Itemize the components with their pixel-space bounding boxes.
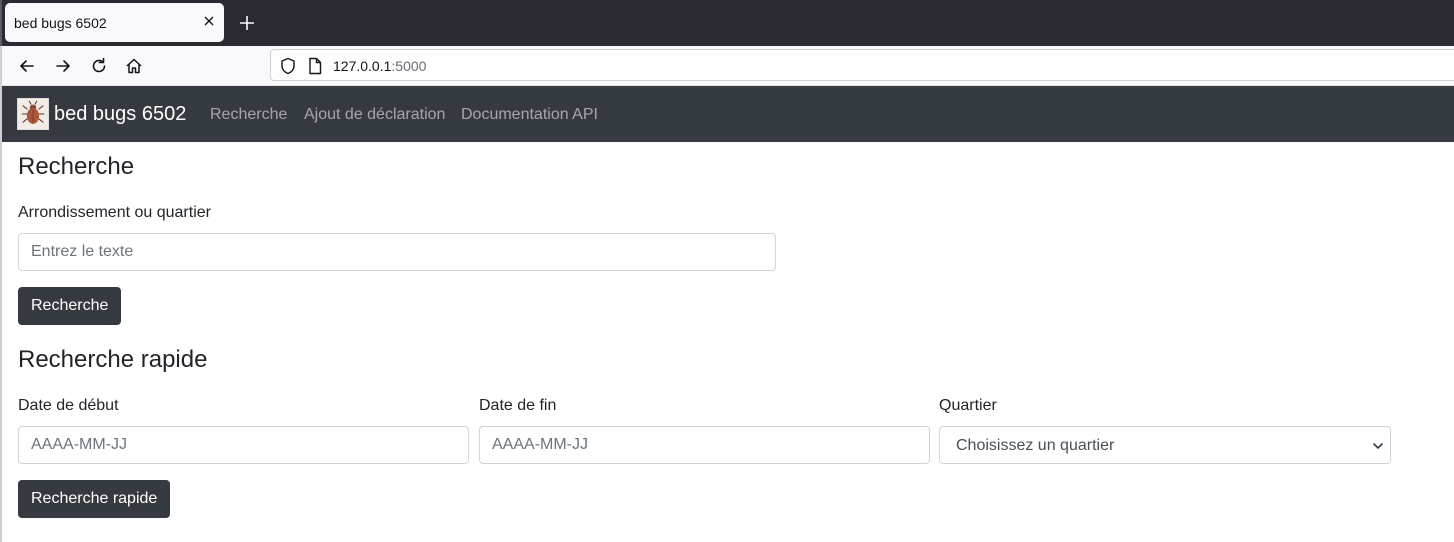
quick-search-title: Recherche rapide: [18, 346, 208, 373]
url-bar[interactable]: 127.0.0.1:5000: [270, 49, 1454, 81]
tab-title: bed bugs 6502: [14, 15, 107, 31]
district-selected-value: Choisissez un quartier: [956, 437, 1115, 454]
browser-tabstrip: bed bugs 6502: [0, 0, 1454, 46]
district-select[interactable]: Choisissez un quartier: [939, 426, 1391, 464]
chevron-down-icon: [1373, 443, 1383, 449]
close-icon[interactable]: [201, 13, 217, 29]
search-input[interactable]: [18, 233, 776, 271]
shield-icon[interactable]: [279, 57, 297, 75]
forward-arrow-icon[interactable]: [53, 56, 73, 76]
home-icon[interactable]: [124, 56, 144, 76]
district-label: Quartier: [939, 397, 997, 414]
brand-name[interactable]: bed bugs 6502: [54, 103, 186, 126]
search-title: Recherche: [18, 153, 135, 180]
main-content: Recherche Arrondissement ou quartier Rec…: [0, 142, 1454, 542]
page-icon[interactable]: [307, 57, 323, 75]
bed-bug-logo-icon[interactable]: [17, 98, 49, 130]
start-date-label: Date de début: [18, 397, 119, 414]
nav-link-documentation-api[interactable]: Documentation API: [461, 106, 598, 124]
end-date-label: Date de fin: [479, 397, 557, 414]
reload-icon[interactable]: [89, 56, 109, 76]
nav-link-ajout-declaration[interactable]: Ajout de déclaration: [304, 106, 445, 124]
quick-search-button[interactable]: Recherche rapide: [18, 480, 171, 518]
nav-link-recherche[interactable]: Recherche: [210, 106, 287, 124]
url-host: 127.0.0.1: [333, 58, 392, 74]
url-port: :5000: [391, 58, 427, 74]
app-navbar: bed bugs 6502 Recherche Ajout de déclara…: [0, 86, 1454, 142]
search-field-label: Arrondissement ou quartier: [18, 204, 211, 221]
back-arrow-icon[interactable]: [17, 56, 37, 76]
end-date-input[interactable]: [479, 426, 930, 464]
browser-toolbar: 127.0.0.1:5000: [0, 46, 1454, 86]
start-date-input[interactable]: [18, 426, 469, 464]
plus-icon[interactable]: [238, 14, 256, 32]
browser-tab[interactable]: bed bugs 6502: [5, 3, 224, 42]
search-button[interactable]: Recherche: [18, 287, 122, 325]
url-text: 127.0.0.1:5000: [333, 58, 426, 74]
